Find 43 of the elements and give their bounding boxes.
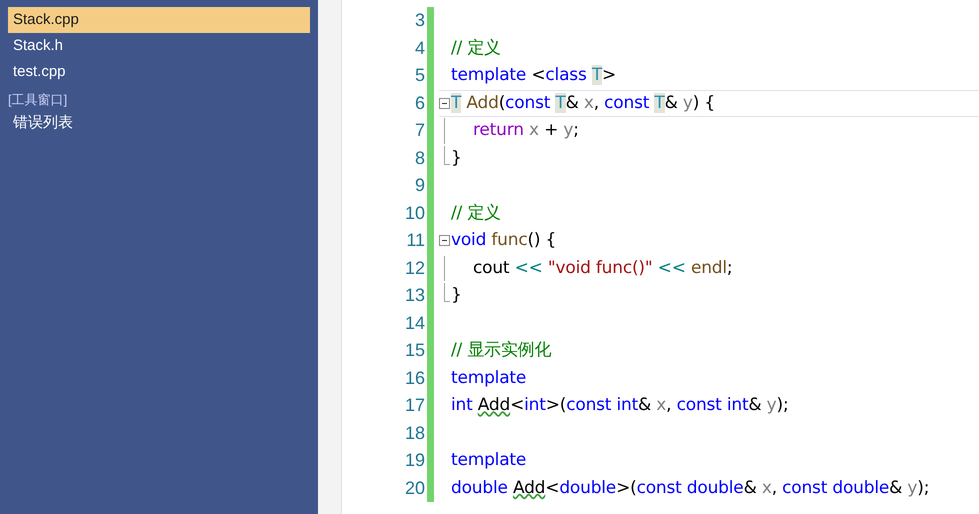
fold-guide-line bbox=[444, 118, 445, 144]
line-number: 16 bbox=[404, 366, 426, 390]
line-number: 9 bbox=[414, 174, 426, 197]
line-number: 8 bbox=[414, 146, 426, 170]
fold-guide-line bbox=[444, 256, 445, 281]
code-line: void func() { bbox=[451, 229, 558, 252]
code-line: T Add(const T& x, const T& y) { bbox=[451, 92, 716, 114]
line-number: 20 bbox=[404, 476, 426, 500]
code-line: // 显示实例化 bbox=[451, 339, 552, 362]
file-item[interactable]: 错误列表 bbox=[8, 110, 310, 136]
section-header: [工具窗口] bbox=[8, 91, 68, 109]
line-number: 10 bbox=[404, 202, 426, 224]
fold-end-marker bbox=[444, 283, 450, 302]
code-line: template <class T> bbox=[451, 64, 618, 87]
file-item[interactable]: Stack.cpp bbox=[8, 7, 310, 33]
code-line: return x + y; bbox=[472, 119, 580, 142]
line-number: 19 bbox=[404, 449, 426, 472]
line-number: 15 bbox=[404, 339, 426, 362]
collapse-icon[interactable] bbox=[439, 98, 450, 109]
code-line: cout << "void func()" << endl; bbox=[472, 256, 734, 280]
collapse-icon[interactable] bbox=[439, 235, 450, 246]
line-number: 17 bbox=[404, 394, 426, 417]
line-number: 5 bbox=[414, 64, 426, 87]
code-line: double Add<double>(const double& x, const double& y); bbox=[451, 476, 930, 500]
line-number: 14 bbox=[404, 312, 426, 334]
code-line: } bbox=[451, 284, 463, 307]
file-item[interactable]: Stack.h bbox=[8, 33, 310, 59]
code-line: // 定义 bbox=[451, 36, 502, 60]
line-number: 11 bbox=[405, 229, 426, 252]
line-number: 3 bbox=[414, 9, 426, 32]
code-line: } bbox=[451, 146, 463, 170]
line-number: 7 bbox=[414, 119, 426, 142]
code-line: int Add<int>(const int& x, const int& y); bbox=[451, 394, 790, 417]
line-number: 18 bbox=[404, 422, 426, 444]
line-number: 6 bbox=[414, 92, 426, 114]
line-number: 12 bbox=[404, 256, 426, 280]
file-item[interactable]: test.cpp bbox=[8, 59, 310, 85]
code-line: // 定义 bbox=[451, 202, 502, 224]
fold-end-marker bbox=[444, 146, 450, 165]
code-line: template bbox=[451, 449, 528, 472]
code-line: template bbox=[451, 366, 528, 390]
line-number: 4 bbox=[414, 36, 426, 60]
line-number: 13 bbox=[404, 284, 426, 307]
